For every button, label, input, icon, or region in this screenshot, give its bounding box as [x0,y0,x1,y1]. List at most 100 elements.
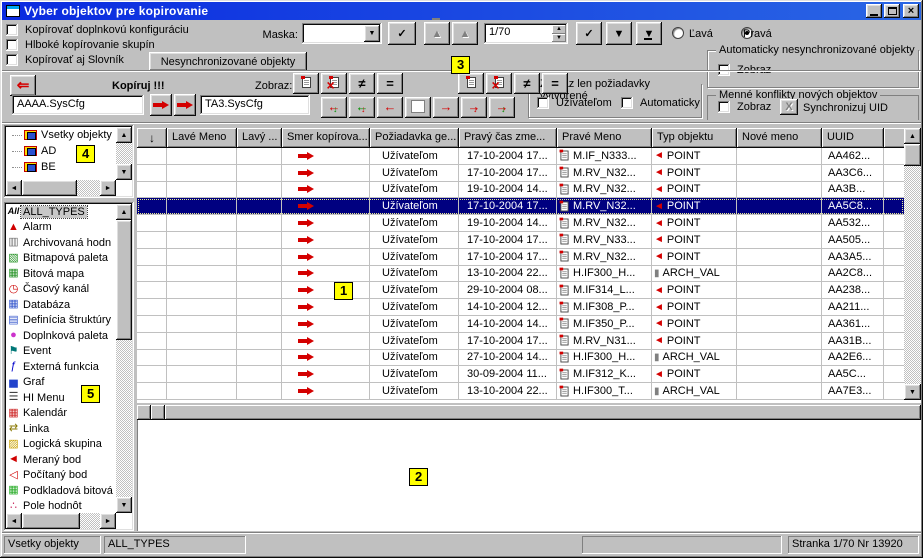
header-cell[interactable] [151,405,165,420]
requests-by-user-checkbox[interactable] [537,97,549,109]
scrollbar-thumb[interactable] [22,513,80,529]
scroll-down-button[interactable]: ▼ [904,384,921,400]
scroll-left-button[interactable]: ◄ [6,180,22,196]
column-header[interactable]: Pravý čas zme... [459,128,557,148]
scrollbar-thumb[interactable] [22,180,77,196]
column-header[interactable]: ↓ [137,128,167,148]
type-list-item[interactable]: ◁Počítaný bod [6,468,116,484]
list-horizontal-scrollbar[interactable]: ◄ ► [6,513,116,529]
tree-item[interactable]: Vsetky objekty [6,127,116,143]
scroll-right-button[interactable]: ► [100,513,116,529]
table-row[interactable]: Užívateľom13-10-2004 22...H.IF300_T...▮A… [137,383,904,400]
copy-additional-config-checkbox[interactable] [6,24,18,36]
type-list-item[interactable]: ƒExterná funkcia [6,359,116,375]
confirm-page-button[interactable]: ✓ [576,22,602,45]
conflicts-show-checkbox[interactable] [718,101,730,113]
type-list-item[interactable]: ▧Bitmapová paleta [6,251,116,267]
column-header[interactable]: Typ objektu [652,128,737,148]
table-row[interactable]: Užívateľom13-10-2004 22...H.IF300_H...▮A… [137,266,904,283]
zobraz-filter-button[interactable] [293,73,319,94]
clear-conflicts-button[interactable]: X [780,99,798,115]
type-list-item[interactable]: ⇄Linka [6,421,116,437]
last-page-button[interactable]: ▼ [636,22,662,45]
tree-horizontal-scrollbar[interactable]: ◄ ► [6,180,116,196]
type-list-item[interactable]: ◷Časový kanál [6,282,116,298]
tree-item[interactable]: AD [6,143,116,159]
table-row[interactable]: Užívateľom29-10-2004 08...M.IF314_L...◄P… [137,282,904,299]
header-cell[interactable] [137,405,151,420]
type-list-item[interactable]: ▦Databáza [6,297,116,313]
chevron-down-icon[interactable]: ▼ [364,25,380,42]
left-side-radio[interactable] [672,27,684,39]
spin-up-icon[interactable]: ▲ [552,25,566,34]
requests-automatic-checkbox[interactable] [621,97,633,109]
zobraz-direction-button[interactable]: →↓ [461,97,487,118]
zobraz-filter-button[interactable]: × [321,73,347,94]
page-spinner[interactable]: 1/70 ▲▼ [484,23,568,44]
copy-dictionary-checkbox[interactable] [6,54,18,66]
scroll-left-button[interactable]: ◄ [6,513,22,529]
left-config-field[interactable]: AAAA.SysCfg [12,95,144,115]
column-header[interactable]: Požiadavka ge... [370,128,459,148]
zobraz-filter-button[interactable]: ≠ [514,73,540,94]
synchronize-uid-label[interactable]: Synchronizuj UID [803,102,888,114]
first-page-button[interactable]: ▲ [424,22,450,45]
zobraz-direction-button[interactable]: →↓ [489,97,515,118]
type-list-item[interactable]: ▦Podkladová bitová [6,483,116,499]
zobraz-filter-button[interactable]: = [542,73,568,94]
table-row[interactable]: Užívateľom27-10-2004 14...H.IF300_H...▮A… [137,350,904,367]
tree-vertical-scrollbar[interactable]: ▲ ▼ [116,127,132,180]
copy-back-button[interactable]: ⇐ [10,75,36,96]
zobraz-filter-button[interactable]: = [377,73,403,94]
zobraz-direction-button[interactable] [405,97,431,118]
table-row[interactable]: Užívateľom19-10-2004 14...M.RV_N32...◄PO… [137,215,904,232]
copy-right-button[interactable] [174,94,196,116]
maximize-button[interactable] [884,4,900,18]
minimize-button[interactable] [866,4,882,18]
zobraz-filter-button[interactable] [458,73,484,94]
zobraz-filter-button[interactable]: ≠ [349,73,375,94]
previous-page-button[interactable]: ▲ [452,22,478,45]
type-list-item[interactable]: ▲Alarm [6,220,116,236]
column-header[interactable]: Smer kopírova... [282,128,370,148]
type-list-item[interactable]: ∴Pole hodnôt [6,499,116,514]
deep-group-copy-checkbox[interactable] [6,39,18,51]
type-list-item[interactable]: ▨Logická skupina [6,437,116,453]
type-list-item[interactable]: ▦Bitová mapa [6,266,116,282]
table-row[interactable]: Užívateľom17-10-2004 17...M.RV_N32...◄PO… [137,198,904,215]
title-bar[interactable]: Vyber objektov pre kopirovanie × [2,2,921,20]
table-row[interactable]: Užívateľom17-10-2004 17...M.RV_N31...◄PO… [137,333,904,350]
table-row[interactable]: Užívateľom14-10-2004 12...M.IF308_P...◄P… [137,299,904,316]
column-header[interactable]: Nové meno [737,128,822,148]
scrollbar-thumb[interactable] [116,220,132,340]
scroll-up-button[interactable]: ▲ [116,127,132,143]
header-cell[interactable] [165,405,921,420]
list-vertical-scrollbar[interactable]: ▲ ▼ [116,204,132,513]
type-list-item[interactable]: ⚑Event [6,344,116,360]
column-header[interactable]: UUID [822,128,884,148]
type-list-item[interactable]: ▥Archivovaná hodn [6,235,116,251]
maska-combobox[interactable]: ▼ [302,23,382,44]
zobraz-direction-button[interactable]: ←↓ [349,97,375,118]
zobraz-direction-button[interactable]: → [433,97,459,118]
table-row[interactable]: Užívateľom17-10-2004 17...M.RV_N33...◄PO… [137,232,904,249]
table-row[interactable]: Užívateľom17-10-2004 17...M.RV_N32...◄PO… [137,249,904,266]
zobraz-filter-button[interactable]: × [486,73,512,94]
zobraz-direction-button[interactable]: ←↓ [321,97,347,118]
scroll-down-button[interactable]: ▼ [116,497,132,513]
table-row[interactable]: Užívateľom17-10-2004 17...M.RV_N32...◄PO… [137,165,904,182]
scrollbar-thumb[interactable] [904,144,921,166]
nonsynchronized-objects-button[interactable]: Nesynchronizované objekty [149,52,307,71]
table-row[interactable]: Užívateľom19-10-2004 14...M.RV_N32...◄PO… [137,182,904,199]
type-list-item[interactable]: AllALL_TYPES [6,204,116,220]
right-config-field[interactable]: TA3.SysCfg [200,95,310,115]
zobraz-direction-button[interactable]: ← [377,97,403,118]
scroll-down-button[interactable]: ▼ [116,164,132,180]
table-row[interactable]: Užívateľom17-10-2004 17...M.IF_N333...◄P… [137,148,904,165]
table-vertical-scrollbar[interactable]: ▲ ▼ [904,128,921,400]
column-header[interactable]: Lavý ... [237,128,282,148]
spin-down-icon[interactable]: ▼ [552,34,566,43]
scroll-right-button[interactable]: ► [100,180,116,196]
table-row[interactable]: Užívateľom14-10-2004 14...M.IF350_P...◄P… [137,316,904,333]
column-header[interactable]: Lavé Meno [167,128,237,148]
